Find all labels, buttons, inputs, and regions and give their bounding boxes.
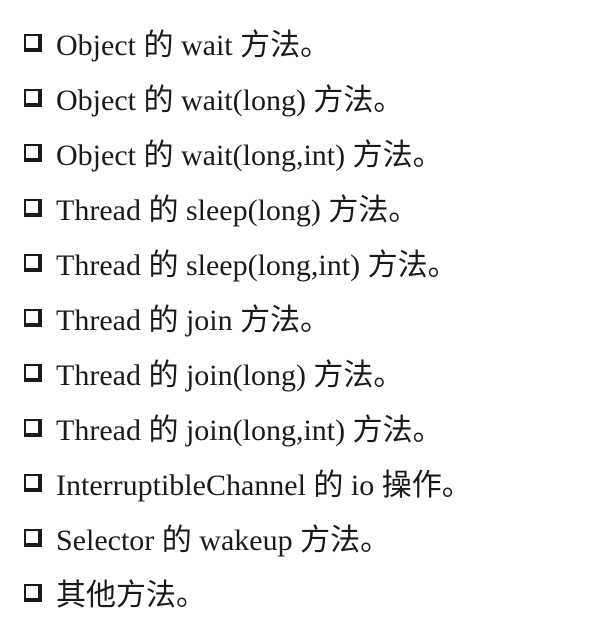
- checkbox-bullet-icon: [24, 253, 42, 272]
- checkbox-bullet-icon: [24, 33, 42, 52]
- list-item: 其他方法。: [24, 564, 472, 619]
- list-item: Thread 的 join 方法。: [24, 289, 472, 344]
- checkbox-bullet-icon: [24, 363, 42, 382]
- checkbox-bullet-icon: [24, 88, 42, 107]
- list-item-text: Thread 的 join(long,int) 方法。: [56, 413, 443, 447]
- method-list: Object 的 wait 方法。 Object 的 wait(long) 方法…: [24, 14, 472, 619]
- checkbox-bullet-icon: [24, 308, 42, 327]
- list-item: Object 的 wait(long) 方法。: [24, 69, 472, 124]
- checkbox-bullet-icon: [24, 143, 42, 162]
- list-item-text: Object 的 wait(long) 方法。: [56, 83, 404, 117]
- list-item-text: Thread 的 join 方法。: [56, 303, 331, 337]
- list-item-text: Selector 的 wakeup 方法。: [56, 523, 391, 557]
- list-item: Thread 的 sleep(long) 方法。: [24, 179, 472, 234]
- list-item-text: Thread 的 sleep(long,int) 方法。: [56, 248, 458, 282]
- checkbox-bullet-icon: [24, 418, 42, 437]
- list-item-text: InterruptibleChannel 的 io 操作。: [56, 468, 472, 502]
- list-item-text: 其他方法。: [56, 578, 206, 612]
- document-page: Object 的 wait 方法。 Object 的 wait(long) 方法…: [0, 0, 616, 620]
- list-item-text: Thread 的 join(long) 方法。: [56, 358, 404, 392]
- list-item: InterruptibleChannel 的 io 操作。: [24, 454, 472, 509]
- list-item: Thread 的 join(long) 方法。: [24, 344, 472, 399]
- list-item: Thread 的 join(long,int) 方法。: [24, 399, 472, 454]
- checkbox-bullet-icon: [24, 198, 42, 217]
- list-item: Object 的 wait(long,int) 方法。: [24, 124, 472, 179]
- list-item-text: Thread 的 sleep(long) 方法。: [56, 193, 419, 227]
- checkbox-bullet-icon: [24, 473, 42, 492]
- list-item: Object 的 wait 方法。: [24, 14, 472, 69]
- list-item-text: Object 的 wait 方法。: [56, 28, 331, 62]
- list-item: Thread 的 sleep(long,int) 方法。: [24, 234, 472, 289]
- list-item: Selector 的 wakeup 方法。: [24, 509, 472, 564]
- checkbox-bullet-icon: [24, 528, 42, 547]
- checkbox-bullet-icon: [24, 583, 42, 602]
- list-item-text: Object 的 wait(long,int) 方法。: [56, 138, 443, 172]
